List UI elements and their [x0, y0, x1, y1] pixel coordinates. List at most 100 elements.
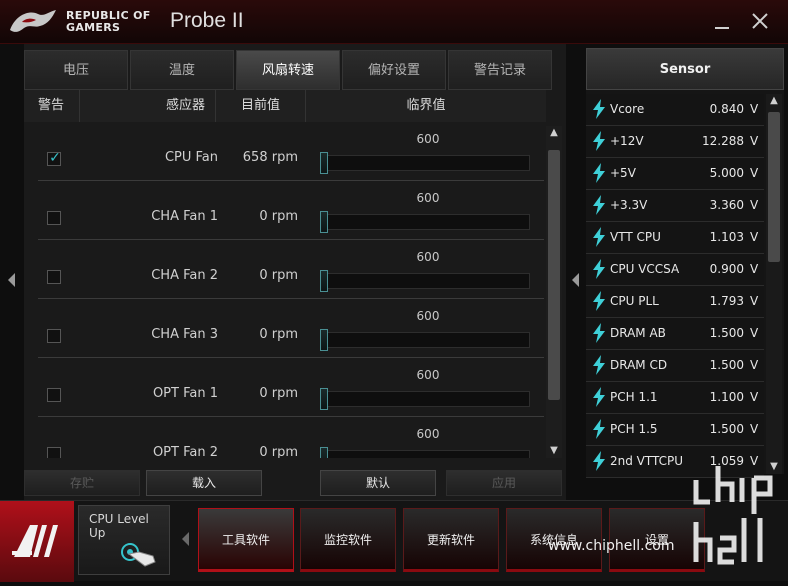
current-value: 0 rpm	[259, 386, 298, 401]
tab-temperature[interactable]: 温度	[130, 50, 234, 90]
threshold-slider-thumb[interactable]	[320, 388, 328, 410]
check-icon: ✓	[49, 150, 61, 166]
table-row: 600 OPT Fan 2 0 rpm	[38, 417, 544, 458]
watermark-url: www.chiphell.com	[548, 538, 675, 554]
sensor-row: +3.3V 3.360 V	[586, 190, 764, 222]
tab-fan-speed[interactable]: 风扇转速	[236, 50, 340, 90]
save-button[interactable]: 存贮	[24, 470, 140, 496]
scrollbar-thumb[interactable]	[768, 112, 780, 262]
sensor-unit: V	[750, 390, 759, 404]
close-button[interactable]	[746, 7, 774, 35]
minimize-button[interactable]	[708, 7, 736, 35]
sensor-unit: V	[750, 134, 759, 148]
table-row: 600 CHA Fan 3 0 rpm	[38, 299, 544, 358]
tab-preferences[interactable]: 偏好设置	[342, 50, 446, 90]
scroll-up-icon[interactable]: ▲	[766, 94, 782, 108]
threshold-slider-thumb[interactable]	[320, 270, 328, 292]
sensor-name: OPT Fan 2	[152, 445, 218, 458]
threshold-slider-thumb[interactable]	[320, 447, 328, 458]
nav-left-arrow-icon[interactable]	[180, 531, 190, 551]
threshold-slider-thumb[interactable]	[320, 329, 328, 351]
lightning-bolt-icon	[593, 355, 605, 375]
lightning-bolt-icon	[593, 259, 605, 279]
fan-list-scrollbar[interactable]: ▲ ▼	[546, 126, 562, 458]
cpu-level-up-button[interactable]: CPU Level Up	[78, 505, 170, 575]
nav-tools-button[interactable]: 工具软件	[198, 508, 294, 572]
collapse-sensor-arrow-icon[interactable]	[570, 272, 580, 292]
cpu-level-line-1: CPU Level	[89, 512, 149, 526]
alert-checkbox[interactable]	[47, 270, 61, 284]
scrollbar-thumb[interactable]	[548, 150, 560, 400]
ai-suite-logo-icon	[12, 525, 58, 557]
sensor-reading: 1.500	[709, 358, 744, 372]
table-row: 600 OPT Fan 1 0 rpm	[38, 358, 544, 417]
table-row: 600 ✓ CPU Fan 658 rpm	[38, 122, 544, 181]
table-row: 600 CHA Fan 1 0 rpm	[38, 181, 544, 240]
minimize-icon	[715, 27, 729, 29]
lightning-bolt-icon	[593, 291, 605, 311]
lightning-bolt-icon	[593, 419, 605, 439]
alert-checkbox[interactable]: ✓	[47, 150, 61, 166]
touch-hand-icon	[121, 543, 156, 567]
cpu-level-label: CPU Level Up	[89, 512, 149, 540]
collapse-left-arrow-icon[interactable]	[6, 272, 16, 292]
main-panel: 电压 温度 风扇转速 偏好设置 警告记录 警告 感应器 目前值 临界值 600 …	[24, 44, 566, 500]
sensor-row: Vcore 0.840 V	[586, 94, 764, 126]
sensor-unit: V	[750, 230, 759, 244]
alert-checkbox[interactable]	[47, 211, 61, 225]
scroll-down-icon[interactable]: ▼	[546, 444, 562, 458]
rog-logo-icon	[10, 10, 56, 32]
sensor-reading: 12.288	[702, 134, 744, 148]
sensor-label: DRAM CD	[610, 358, 668, 372]
sensor-row: DRAM AB 1.500 V	[586, 318, 764, 350]
tab-voltage[interactable]: 电压	[24, 50, 128, 90]
threshold-slider-thumb[interactable]	[320, 211, 328, 233]
sensor-label: VTT CPU	[610, 230, 661, 244]
sensor-unit: V	[750, 262, 759, 276]
threshold-slider-track[interactable]	[320, 273, 530, 289]
sensor-row: +5V 5.000 V	[586, 158, 764, 190]
threshold-slider-track[interactable]	[320, 155, 530, 171]
sensor-label: +5V	[610, 166, 636, 180]
sensor-unit: V	[750, 326, 759, 340]
threshold-slider-thumb[interactable]	[320, 152, 328, 174]
app-title: Probe II	[170, 9, 244, 32]
sensor-unit: V	[750, 294, 759, 308]
nav-monitor-button[interactable]: 监控软件	[300, 508, 396, 572]
apply-button[interactable]: 应用	[446, 470, 562, 496]
sensor-reading: 3.360	[709, 198, 744, 212]
sensor-label: CPU PLL	[610, 294, 659, 308]
sensor-label: Vcore	[610, 102, 645, 116]
sensor-reading: 1.103	[709, 230, 744, 244]
alert-checkbox[interactable]	[47, 329, 61, 343]
sensor-scrollbar[interactable]: ▲ ▼	[766, 94, 782, 474]
ai-suite-logo[interactable]	[0, 501, 74, 582]
sensor-reading: 1.793	[709, 294, 744, 308]
alert-checkbox[interactable]	[47, 388, 61, 402]
close-icon	[752, 13, 768, 29]
threshold-slider-track[interactable]	[320, 332, 530, 348]
sensor-label: 2nd VTTCPU	[610, 454, 684, 468]
sensor-row: VTT CPU 1.103 V	[586, 222, 764, 254]
sensor-row: CPU VCCSA 0.900 V	[586, 254, 764, 286]
sensor-reading: 1.500	[709, 422, 744, 436]
sensor-label: PCH 1.5	[610, 422, 658, 436]
default-button[interactable]: 默认	[320, 470, 436, 496]
current-value: 0 rpm	[259, 268, 298, 283]
threshold-value: 600	[416, 132, 440, 146]
load-button[interactable]: 载入	[146, 470, 262, 496]
nav-update-button[interactable]: 更新软件	[403, 508, 499, 572]
lightning-bolt-icon	[593, 195, 605, 215]
threshold-value: 600	[416, 368, 440, 382]
threshold-slider-track[interactable]	[320, 214, 530, 230]
scroll-up-icon[interactable]: ▲	[546, 126, 562, 140]
fan-list: 600 ✓ CPU Fan 658 rpm 600 CHA Fan 1 0 rp…	[24, 122, 544, 458]
threshold-slider-track[interactable]	[320, 391, 530, 407]
tab-alert-log[interactable]: 警告记录	[448, 50, 552, 90]
sensor-reading: 5.000	[709, 166, 744, 180]
threshold-value: 600	[416, 250, 440, 264]
threshold-slider-track[interactable]	[320, 450, 530, 458]
alert-checkbox[interactable]	[47, 447, 61, 458]
sensor-row: +12V 12.288 V	[586, 126, 764, 158]
sensor-name: CHA Fan 3	[151, 327, 218, 342]
